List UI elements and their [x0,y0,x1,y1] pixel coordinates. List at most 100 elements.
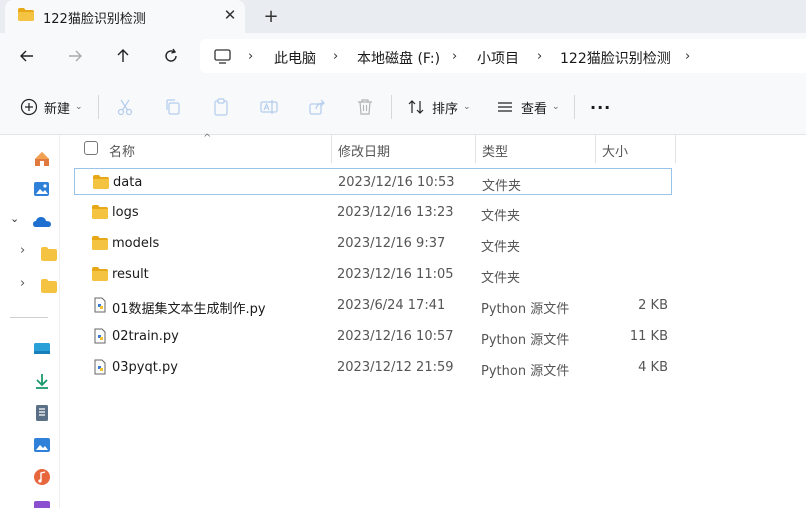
python-file-icon [94,328,106,344]
breadcrumb-current-folder[interactable]: 122猫脸识别检测 [560,48,671,68]
back-button[interactable] [13,42,41,70]
chevron-right-icon[interactable]: › [20,243,25,258]
folder-icon [92,236,108,250]
new-button[interactable]: 新建 ⌄ [20,95,83,119]
python-file-icon [94,359,106,375]
column-divider[interactable] [675,135,676,163]
toolbar-divider [574,95,575,119]
breadcrumb-separator[interactable]: › [248,49,253,64]
breadcrumb-separator[interactable]: › [333,49,338,64]
select-all-checkbox[interactable] [84,141,98,155]
sort-ascending-indicator: ^ [203,133,212,144]
home-icon[interactable] [33,150,51,168]
command-bar: 新建 ⌄ 排序 ⌄ 查看 ⌄ ··· [0,79,806,135]
chevron-right-icon[interactable]: › [20,276,25,291]
copy-button[interactable] [164,95,182,119]
breadcrumb-separator[interactable]: › [685,49,690,64]
file-row[interactable]: data 2023/12/16 10:53 文件夹 [74,168,672,195]
tab-current-folder[interactable]: 122猫脸识别检测 ✕ [5,0,245,33]
folder-icon [18,8,34,21]
breadcrumb-local-disk[interactable]: 本地磁盘 (F:) [357,48,440,68]
videos-icon[interactable] [33,499,51,508]
file-row[interactable]: result 2023/12/16 11:05 文件夹 [74,261,672,288]
desktop-icon[interactable] [33,340,51,358]
file-date: 2023/6/24 17:41 [337,298,446,313]
up-button[interactable] [109,42,137,70]
onedrive-cloud-icon[interactable] [33,213,51,231]
forward-button[interactable] [61,42,89,70]
address-bar[interactable]: › 此电脑 › 本地磁盘 (F:) › 小项目 › 122猫脸识别检测 › [200,39,806,73]
share-button[interactable] [308,95,326,119]
music-icon[interactable] [33,468,51,486]
file-type: Python 源文件 [481,364,570,379]
sort-icon [408,100,424,114]
paste-button[interactable] [212,95,230,119]
file-date: 2023/12/16 13:23 [337,205,454,220]
gallery-icon[interactable] [33,180,51,198]
column-name-header[interactable]: 名称 [109,141,135,160]
column-size-header[interactable]: 大小 [602,141,628,160]
sort-button-label: 排序 [432,101,459,117]
folder-icon[interactable] [40,277,58,295]
arrow-left-icon [20,50,33,62]
file-type: Python 源文件 [481,302,570,317]
column-divider[interactable] [475,135,476,163]
delete-button[interactable] [356,95,374,119]
file-date: 2023/12/12 21:59 [337,360,454,375]
trash-icon [358,99,372,115]
breadcrumb-separator[interactable]: › [537,49,542,64]
file-row[interactable]: 03pyqt.py 2023/12/12 21:59 Python 源文件 4 … [74,354,672,381]
chevron-down-icon: ⌄ [552,102,560,112]
folder-icon [92,205,108,219]
rename-button[interactable] [260,95,278,119]
column-type-header[interactable]: 类型 [482,141,508,160]
scissors-icon [117,99,133,116]
navigation-pane: ⌄ › › [0,135,60,508]
file-date: 2023/12/16 11:05 [337,267,454,282]
refresh-button[interactable] [157,42,185,70]
chevron-down-icon: ⌄ [463,102,471,112]
new-tab-button[interactable]: + [260,5,282,27]
tab-strip: 122猫脸识别检测 ✕ + [0,0,806,33]
file-row[interactable]: 02train.py 2023/12/16 10:57 Python 源文件 1… [74,323,672,350]
column-divider[interactable] [595,135,596,163]
column-date-header[interactable]: 修改日期 [338,141,390,160]
close-tab-icon[interactable]: ✕ [219,4,241,26]
file-date: 2023/12/16 10:57 [337,329,454,344]
view-button[interactable]: 查看 ⌄ [496,95,560,119]
file-type: 文件夹 [481,271,521,286]
chevron-down-icon[interactable]: ⌄ [10,212,19,225]
column-divider[interactable] [331,135,332,163]
breadcrumb-separator[interactable]: › [452,49,457,64]
folder-icon [92,267,108,281]
arrow-up-icon [117,49,129,62]
python-file-icon [94,297,106,313]
download-icon[interactable] [33,372,51,390]
rename-icon [260,100,278,114]
breadcrumb-this-pc[interactable]: 此电脑 [274,48,316,68]
file-size: 4 KB [638,360,668,375]
file-row[interactable]: models 2023/12/16 9:37 文件夹 [74,230,672,257]
cut-button[interactable] [116,95,134,119]
clipboard-icon [214,98,228,116]
view-lines-icon [498,102,512,112]
file-name: 02train.py [112,329,179,344]
refresh-icon [165,48,177,62]
chevron-down-icon: ⌄ [75,102,83,112]
documents-icon[interactable] [33,404,51,422]
file-name: logs [112,205,139,220]
breadcrumb-small-projects[interactable]: 小项目 [477,48,519,68]
sort-button[interactable]: 排序 ⌄ [407,95,471,119]
file-size: 2 KB [638,298,668,313]
plus-circle-icon [20,98,38,116]
more-options-button[interactable]: ··· [590,95,611,119]
file-name: 03pyqt.py [112,360,178,375]
pictures-icon[interactable] [33,436,51,454]
navigation-bar: › 此电脑 › 本地磁盘 (F:) › 小项目 › 122猫脸识别检测 › [0,33,806,79]
folder-icon[interactable] [40,245,58,263]
file-type: 文件夹 [481,240,521,255]
file-type: 文件夹 [482,179,522,194]
file-row[interactable]: 01数据集文本生成制作.py 2023/6/24 17:41 Python 源文… [74,292,672,319]
file-row[interactable]: logs 2023/12/16 13:23 文件夹 [74,199,672,226]
view-button-label: 查看 [521,101,548,117]
